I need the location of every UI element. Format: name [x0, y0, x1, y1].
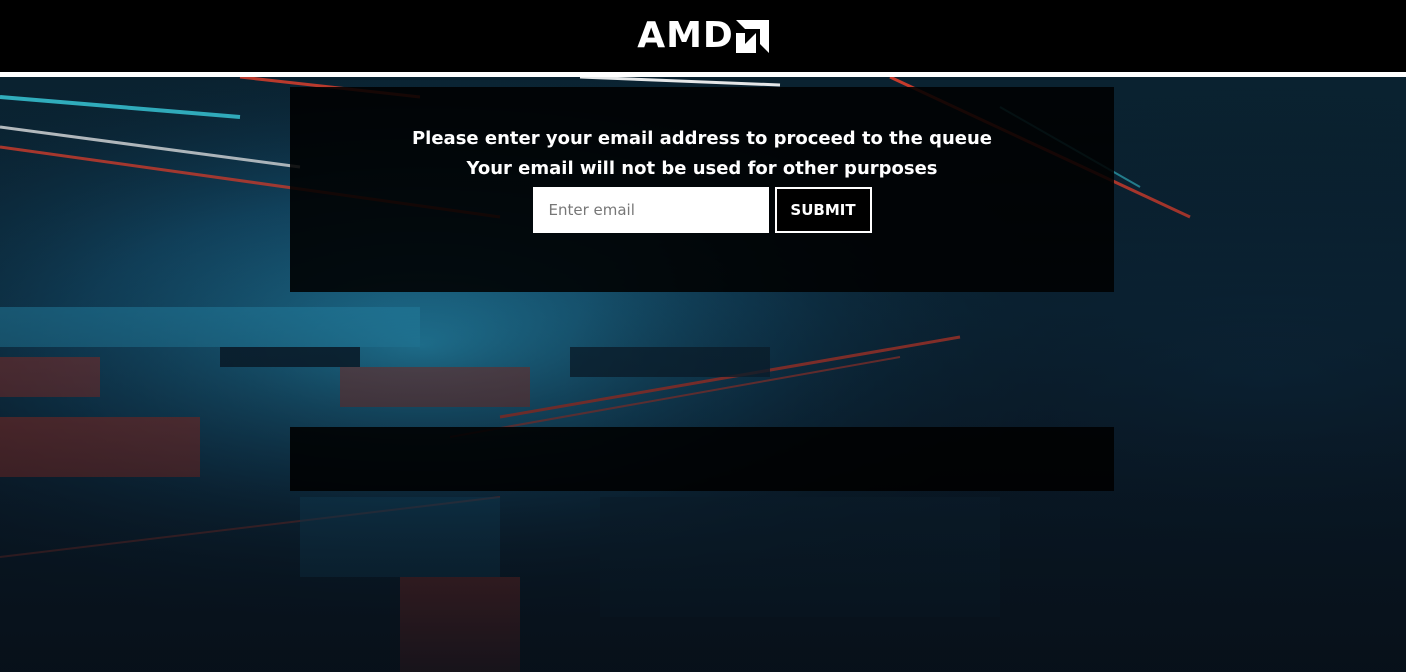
submit-button[interactable]: SUBMIT [774, 187, 872, 233]
amd-arrow-icon [735, 19, 769, 53]
email-form: SUBMIT [290, 187, 1114, 233]
queue-message-line2: Your email will not be used for other pu… [466, 158, 938, 179]
queue-message-line1: Please enter your email address to proce… [411, 128, 993, 149]
email-input[interactable] [532, 187, 769, 233]
queue-status-panel [290, 427, 1114, 491]
queue-form-panel: Please enter your email address to proce… [290, 87, 1114, 292]
amd-logo[interactable]: AMD [637, 18, 769, 54]
site-header: AMD [0, 0, 1406, 72]
logo-text: AMD [637, 15, 734, 56]
